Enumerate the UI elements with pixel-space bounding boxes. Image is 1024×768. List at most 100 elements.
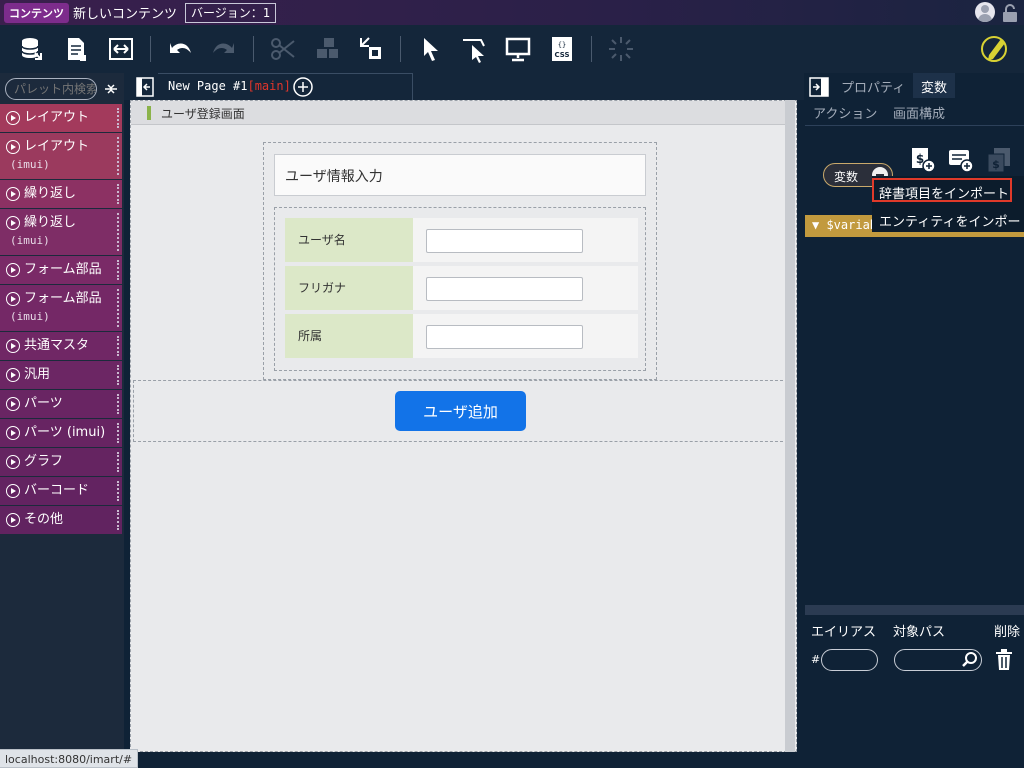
tab-divider bbox=[805, 125, 1024, 126]
palette-list: レイアウトレイアウト (imui) 繰り返し繰り返し (imui) フォーム部品 フォーム… bbox=[0, 104, 124, 535]
palette-item[interactable]: パーツ bbox=[0, 390, 122, 419]
play-circle-icon bbox=[6, 263, 20, 277]
palette-item-label: バーコード bbox=[24, 483, 90, 498]
paste-icon[interactable] bbox=[356, 34, 386, 64]
form-container[interactable]: ユーザ情報入力 ユーザ名 フリガナ 所属 bbox=[263, 142, 657, 380]
user-avatar-icon[interactable] bbox=[975, 2, 995, 22]
palette-item[interactable]: 繰り返し bbox=[0, 180, 122, 209]
css-icon[interactable]: {} CSS bbox=[547, 34, 577, 64]
palette-search-input[interactable] bbox=[5, 77, 97, 100]
tab-actions[interactable]: アクション bbox=[813, 103, 877, 122]
palette-item[interactable]: フォーム部品 (imui) bbox=[0, 285, 122, 332]
tab-variables[interactable]: 変数 bbox=[913, 73, 956, 98]
palette-item[interactable]: 繰り返し (imui) bbox=[0, 209, 122, 256]
palette-item-label: レイアウト bbox=[24, 110, 90, 125]
top-bar: コンテンツ 新しいコンテンツ バージョン：1 bbox=[0, 0, 1024, 25]
department-input[interactable] bbox=[426, 325, 583, 349]
content-name[interactable]: 新しいコンテンツ bbox=[73, 3, 177, 22]
screen-title-marker bbox=[147, 106, 151, 120]
palette-item[interactable]: 共通マスタ bbox=[0, 332, 122, 361]
form-row-username[interactable]: ユーザ名 bbox=[285, 218, 638, 262]
add-entity-icon[interactable] bbox=[948, 147, 974, 173]
play-circle-icon bbox=[6, 339, 20, 353]
furigana-input[interactable] bbox=[426, 277, 583, 301]
canvas-scrollbar[interactable] bbox=[785, 100, 795, 752]
select-icon[interactable] bbox=[459, 34, 489, 64]
variable-filter-label: 変数 bbox=[834, 170, 859, 184]
tab-properties[interactable]: プロパティ bbox=[841, 77, 905, 96]
palette-item-label: 共通マスタ bbox=[24, 338, 90, 353]
unlock-icon[interactable] bbox=[1001, 3, 1019, 23]
toolbar-separator bbox=[150, 36, 151, 62]
palette-item[interactable]: 汎用 bbox=[0, 361, 122, 390]
add-user-button[interactable]: ユーザ追加 bbox=[395, 391, 526, 431]
form-label: ユーザ名 bbox=[285, 218, 413, 262]
toolbar-separator bbox=[400, 36, 401, 62]
column-delete: 削除 bbox=[994, 625, 1021, 640]
palette-item-label: 繰り返し bbox=[24, 186, 77, 201]
database-icon[interactable] bbox=[18, 34, 48, 64]
palette-item-sub: (imui) bbox=[10, 158, 50, 171]
screen-title: ユーザ登録画面 bbox=[161, 107, 245, 121]
import-entity-item[interactable]: エンティティをインポート bbox=[872, 206, 1024, 230]
version-label[interactable]: バージョン：1 bbox=[185, 2, 277, 23]
play-circle-icon bbox=[6, 216, 20, 230]
palette-item[interactable]: グラフ bbox=[0, 448, 122, 477]
tab-screen-structure[interactable]: 画面構成 bbox=[893, 103, 945, 122]
collapse-icon[interactable] bbox=[103, 81, 119, 97]
import-dictionary-item[interactable]: 辞書項目をインポート bbox=[872, 178, 1012, 202]
svg-text:CSS: CSS bbox=[554, 51, 569, 59]
play-circle-icon bbox=[6, 292, 20, 306]
variable-copy-icon: $ bbox=[987, 148, 1010, 173]
play-circle-icon bbox=[6, 513, 20, 527]
form-label: フリガナ bbox=[285, 266, 413, 310]
toolbar: {} CSS bbox=[0, 25, 1024, 73]
palette-item-sub: (imui) bbox=[10, 310, 50, 323]
search-icon[interactable] bbox=[961, 651, 979, 669]
add-tab-icon[interactable] bbox=[292, 76, 314, 98]
play-circle-icon bbox=[6, 111, 20, 125]
hash-prefix: # bbox=[811, 653, 821, 666]
screen-title-bar: ユーザ登録画面 bbox=[131, 101, 786, 125]
form-row-department[interactable]: 所属 bbox=[285, 314, 638, 358]
swap-icon[interactable] bbox=[106, 34, 136, 64]
panel-dock-icon[interactable] bbox=[809, 77, 829, 97]
page-list-icon[interactable] bbox=[136, 77, 154, 97]
design-canvas[interactable]: ユーザ登録画面 ユーザ情報入力 ユーザ名 フリガナ 所属 ユーザ追加 bbox=[130, 100, 797, 752]
palette-item[interactable]: バーコード bbox=[0, 477, 122, 506]
tab-bar: New Page #1[main] bbox=[124, 73, 804, 100]
spinner-icon bbox=[606, 34, 636, 64]
palette-item[interactable]: その他 bbox=[0, 506, 122, 535]
tab-page-name: New Page #1 bbox=[168, 79, 248, 93]
variable-list-scrollbar[interactable] bbox=[805, 605, 1024, 615]
play-circle-icon bbox=[6, 426, 20, 440]
palette-search-row bbox=[0, 73, 124, 104]
redo-icon bbox=[209, 34, 239, 64]
palette-item[interactable]: パーツ (imui) bbox=[0, 419, 122, 448]
tab-new-page[interactable]: New Page #1[main] bbox=[158, 73, 413, 100]
pointer-icon[interactable] bbox=[415, 34, 445, 64]
palette-item[interactable]: レイアウト bbox=[0, 104, 122, 133]
add-variable-icon[interactable]: $ bbox=[910, 147, 936, 173]
document-icon[interactable] bbox=[62, 34, 92, 64]
palette-panel: レイアウトレイアウト(imui) 繰り返し繰り返し(imui)フォーム部品フォーム… bbox=[0, 73, 124, 768]
palette-item-label: パーツ (imui) bbox=[24, 425, 106, 440]
palette-item-label: グラフ bbox=[24, 454, 64, 469]
palette-item[interactable]: レイアウト (imui) bbox=[0, 133, 122, 180]
edit-icon[interactable] bbox=[980, 33, 1010, 63]
play-circle-icon bbox=[6, 140, 20, 154]
undo-icon[interactable] bbox=[165, 34, 195, 64]
alias-input[interactable] bbox=[821, 649, 878, 671]
form-header[interactable]: ユーザ情報入力 bbox=[274, 154, 646, 196]
form-table[interactable]: ユーザ名 フリガナ 所属 bbox=[274, 207, 646, 371]
status-url: localhost:8080/imart/# bbox=[0, 749, 139, 768]
preview-icon[interactable] bbox=[503, 34, 533, 64]
palette-item-label: 汎用 bbox=[24, 367, 51, 382]
username-input[interactable] bbox=[426, 229, 583, 253]
button-area[interactable]: ユーザ追加 bbox=[133, 380, 788, 442]
palette-item[interactable]: フォーム部品 bbox=[0, 256, 122, 285]
form-row-furigana[interactable]: フリガナ bbox=[285, 266, 638, 310]
trash-icon[interactable] bbox=[995, 649, 1013, 671]
play-circle-icon bbox=[6, 397, 20, 411]
palette-item-label: パーツ bbox=[24, 396, 63, 411]
